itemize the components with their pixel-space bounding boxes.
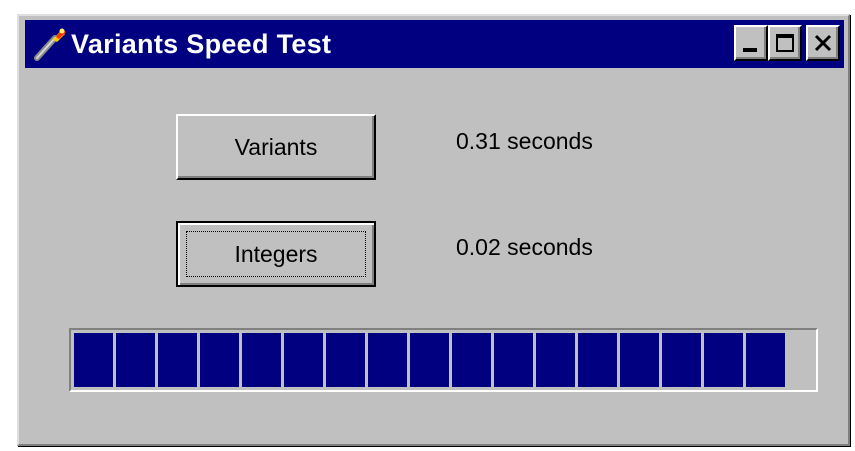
progress-segment (326, 333, 365, 387)
window-controls (734, 25, 840, 61)
torch-icon[interactable] (27, 20, 71, 68)
progress-segment (620, 333, 659, 387)
window-title: Variants Speed Test (71, 28, 332, 59)
maximize-button[interactable] (768, 25, 802, 61)
close-button[interactable] (806, 25, 840, 61)
minimize-button[interactable] (734, 25, 768, 61)
integers-button[interactable]: Integers (176, 221, 376, 287)
progress-segment (452, 333, 491, 387)
close-icon (814, 34, 832, 52)
progress-segment (578, 333, 617, 387)
progress-segment (200, 333, 239, 387)
progress-segment (116, 333, 155, 387)
progress-segment (536, 333, 575, 387)
progress-segment (662, 333, 701, 387)
progress-segment (242, 333, 281, 387)
integers-result: 0.02 seconds (456, 234, 593, 260)
progress-segment (494, 333, 533, 387)
variants-button[interactable]: Variants (176, 114, 376, 180)
progress-segment (410, 333, 449, 387)
minimize-icon (743, 48, 757, 52)
progress-segment (746, 333, 785, 387)
progress-segment (704, 333, 743, 387)
variants-button-label: Variants (234, 133, 318, 160)
progress-bar (69, 328, 818, 392)
progress-segment (284, 333, 323, 387)
progress-segment (368, 333, 407, 387)
progress-segment (158, 333, 197, 387)
app-window: Variants Speed Test Variants 0.31 second… (17, 14, 850, 446)
variants-result: 0.31 seconds (456, 128, 593, 154)
progress-segment (74, 333, 113, 387)
title-bar[interactable]: Variants Speed Test (25, 20, 844, 68)
integers-button-label: Integers (234, 240, 318, 267)
maximize-icon (776, 34, 794, 52)
